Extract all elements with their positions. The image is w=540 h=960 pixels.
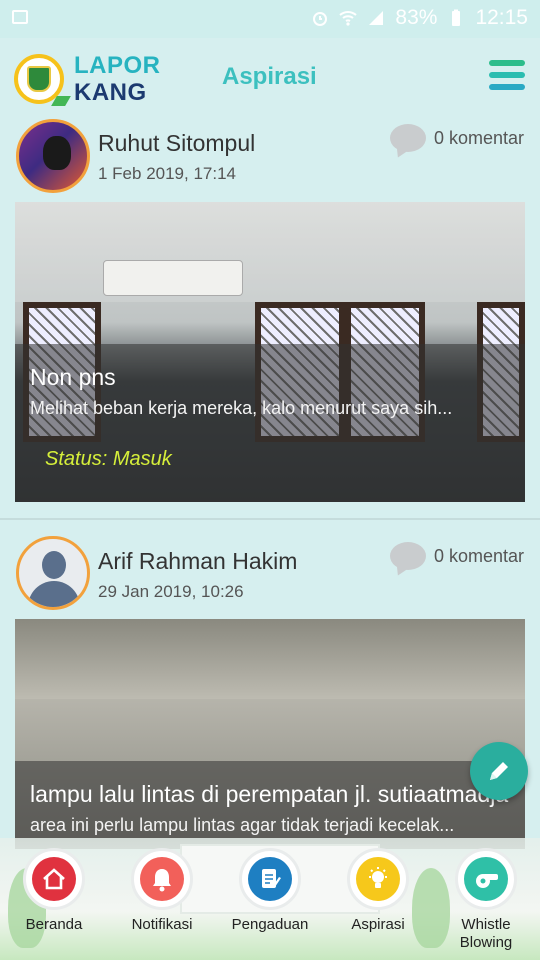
bottom-navigation: Beranda Notifikasi Pengaduan Aspirasi Wh… <box>0 838 540 960</box>
post-image[interactable]: lampu lalu lintas di perempatan jl. suti… <box>15 619 525 849</box>
status-bar: 83% 12:15 <box>0 0 540 38</box>
battery-icon <box>452 9 461 26</box>
avatar[interactable] <box>16 119 90 193</box>
app-header: LAPOR KANG Aspirasi <box>0 38 540 118</box>
post-title: Non pns <box>30 364 116 390</box>
post-title: lampu lalu lintas di perempatan jl. suti… <box>30 781 509 807</box>
comment-count[interactable]: 0 komentar <box>389 124 524 152</box>
lightbulb-icon <box>356 857 400 901</box>
bell-icon <box>140 857 184 901</box>
avatar[interactable] <box>16 536 90 610</box>
post-status: Status: Masuk <box>45 448 172 470</box>
nav-whistle-blowing[interactable]: Whistle Blowing <box>436 848 536 952</box>
home-icon <box>32 857 76 901</box>
comment-bubble-icon <box>389 124 426 152</box>
battery-percentage: 83% <box>395 6 438 29</box>
pencil-icon <box>490 762 508 780</box>
alarm-icon <box>313 12 328 26</box>
post-caption-overlay: lampu lalu lintas di perempatan jl. suti… <box>15 761 525 849</box>
post-card[interactable]: Ruhut Sitompul 1 Feb 2019, 17:14 0 komen… <box>0 118 540 518</box>
document-pen-icon <box>248 857 292 901</box>
wifi-icon <box>339 11 358 26</box>
post-caption-overlay: Non pns Melihat beban kerja mereka, kalo… <box>15 344 525 502</box>
signal-icon <box>369 11 384 25</box>
post-author[interactable]: Ruhut Sitompul <box>98 130 255 157</box>
page-title: Aspirasi <box>222 63 317 90</box>
hamburger-menu-icon[interactable] <box>489 60 525 92</box>
create-aspiration-button[interactable] <box>470 742 528 800</box>
clock: 12:15 <box>475 6 528 29</box>
post-image[interactable]: Non pns Melihat beban kerja mereka, kalo… <box>15 202 525 502</box>
post-description: area ini perlu lampu lintas agar tidak t… <box>30 815 455 835</box>
app-logo <box>14 54 71 106</box>
image-notification-icon <box>12 10 28 24</box>
aspiration-feed: Ruhut Sitompul 1 Feb 2019, 17:14 0 komen… <box>0 118 540 958</box>
post-date: 29 Jan 2019, 10:26 <box>98 582 244 601</box>
post-description: Melihat beban kerja mereka, kalo menurut… <box>30 398 453 418</box>
post-date: 1 Feb 2019, 17:14 <box>98 164 237 183</box>
comment-bubble-icon <box>389 542 426 570</box>
post-author[interactable]: Arif Rahman Hakim <box>98 548 297 575</box>
whistle-icon <box>464 857 508 901</box>
nav-notifikasi[interactable]: Notifikasi <box>112 848 212 934</box>
nav-aspirasi[interactable]: Aspirasi <box>328 848 428 934</box>
app-name: LAPOR KANG <box>74 52 161 106</box>
nav-beranda[interactable]: Beranda <box>4 848 104 934</box>
nav-pengaduan[interactable]: Pengaduan <box>220 848 320 934</box>
comment-count[interactable]: 0 komentar <box>389 542 524 570</box>
